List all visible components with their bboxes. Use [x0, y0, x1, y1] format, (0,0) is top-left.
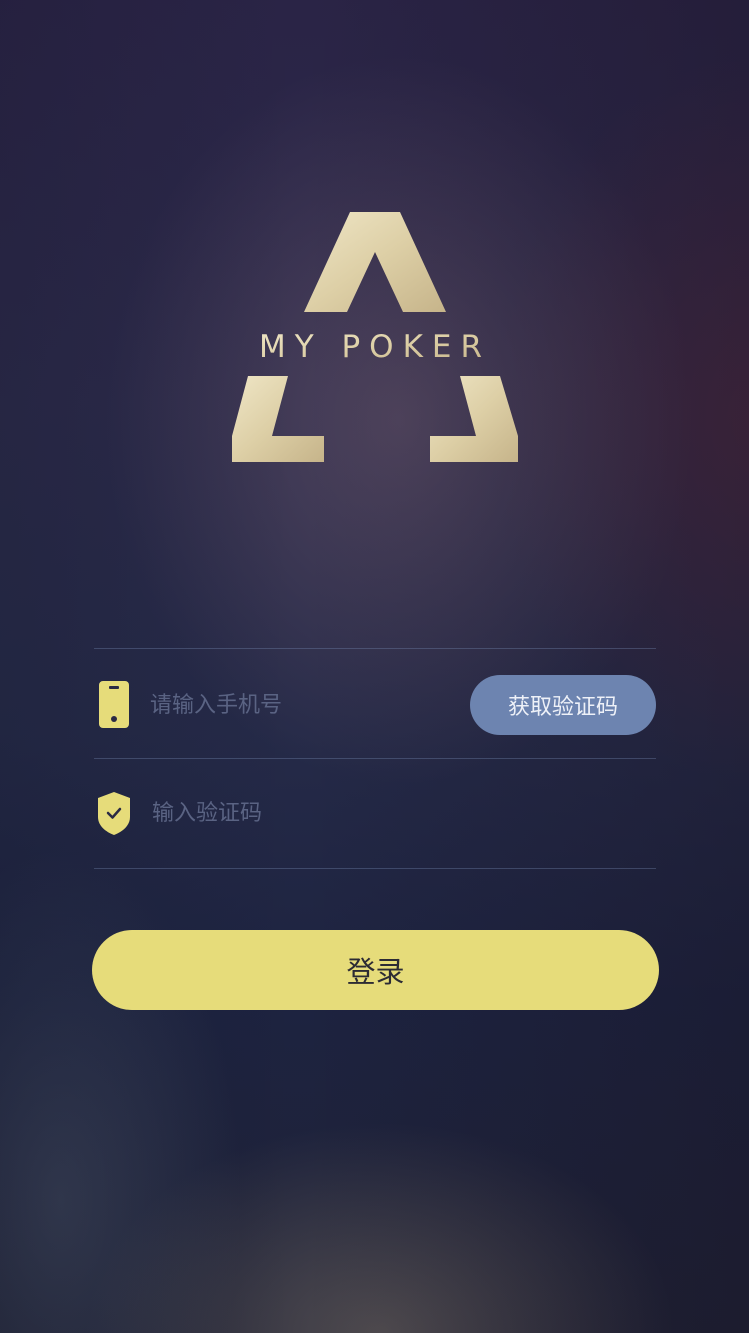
phone-icon [99, 681, 129, 728]
logo-bottom-left [232, 376, 324, 462]
logo-bottom-right [430, 376, 518, 462]
shield-check-icon [96, 791, 132, 836]
form-bottom-divider [94, 868, 656, 869]
get-code-label: 获取验证码 [507, 695, 618, 720]
login-screen: MY POKER 获取验证码 登录 [0, 0, 749, 1333]
get-code-button[interactable]: 获取验证码 [470, 675, 656, 735]
my-poker-logo: MY POKER [228, 208, 522, 466]
form-top-divider [94, 648, 656, 649]
login-button[interactable]: 登录 [92, 930, 659, 1010]
logo-top-chevron [304, 212, 446, 312]
background-vignette [0, 0, 749, 1333]
phone-input[interactable] [150, 688, 450, 722]
login-label: 登录 [346, 955, 405, 989]
form-middle-divider [94, 758, 656, 759]
logo-text: MY POKER [259, 329, 491, 365]
logo-graphic: MY POKER [232, 212, 518, 462]
verification-code-input[interactable] [152, 796, 452, 830]
